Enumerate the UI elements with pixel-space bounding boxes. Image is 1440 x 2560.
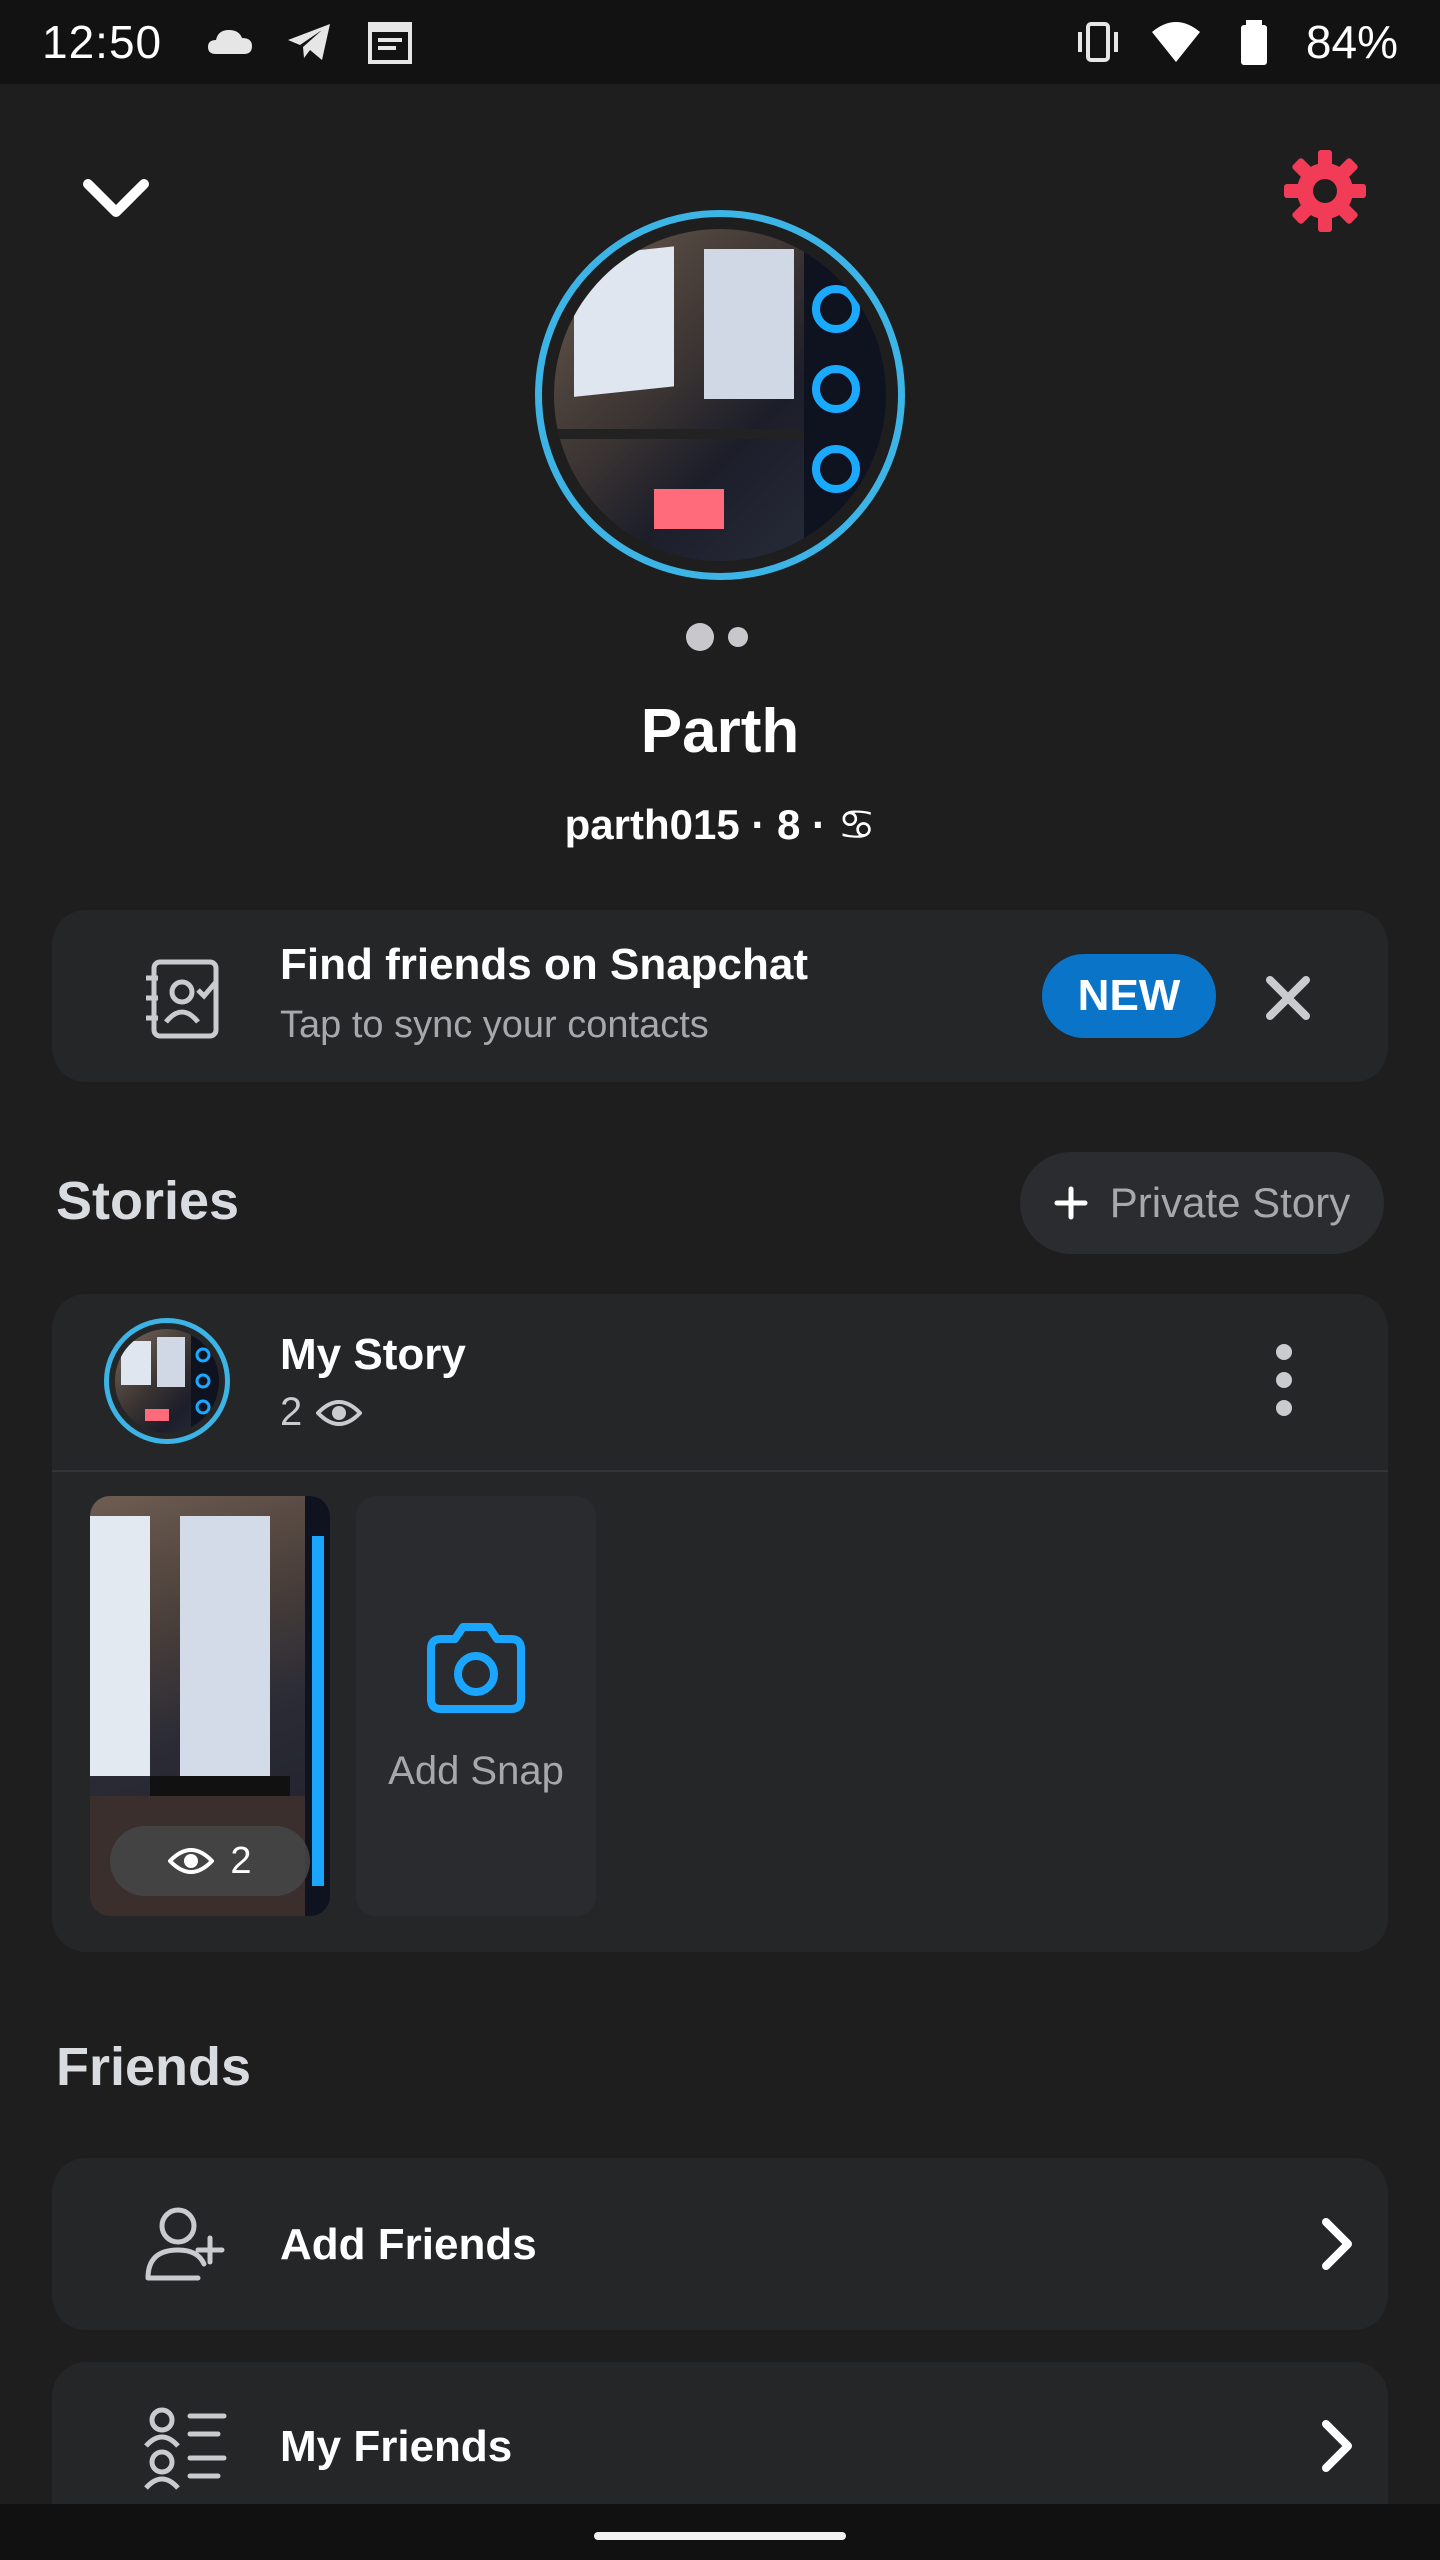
chevron-right-icon (1322, 2420, 1352, 2472)
calendar-icon (368, 22, 413, 64)
find-friends-title: Find friends on Snapchat (280, 940, 809, 989)
page-dot (728, 627, 748, 647)
friends-section-title: Friends (56, 2037, 252, 2097)
profile-avatar[interactable] (535, 210, 905, 580)
find-friends-subtitle: Tap to sync your contacts (280, 1004, 709, 1046)
my-friends-row[interactable]: My Friends (52, 2362, 1388, 2504)
plus-icon (1054, 1186, 1088, 1220)
status-bar: 12:50 84% (0, 0, 1440, 84)
story-avatar-photo (115, 1329, 219, 1433)
battery-icon (1240, 20, 1267, 65)
avatar-photo (554, 229, 886, 561)
snap-view-count: 2 (230, 1839, 252, 1882)
my-story-title[interactable]: My Story (280, 1330, 466, 1380)
wifi-icon (1151, 22, 1200, 62)
system-icons: 84% (1072, 15, 1398, 69)
add-snap-label: Add Snap (388, 1748, 564, 1793)
add-friends-label: Add Friends (280, 2220, 537, 2269)
story-avatar-scene (121, 1329, 219, 1433)
chevron-down-icon[interactable] (74, 160, 158, 236)
camera-icon (427, 1622, 525, 1713)
home-gesture-handle[interactable] (594, 2532, 846, 2540)
my-story-avatar[interactable] (104, 1318, 230, 1444)
vibrate-icon (1077, 22, 1118, 62)
avatar-scene (554, 229, 886, 561)
friends-list-icon (144, 2407, 227, 2490)
status-time: 12:50 (42, 16, 163, 68)
add-person-icon (145, 2207, 225, 2281)
add-friends-row[interactable]: Add Friends (52, 2158, 1388, 2330)
close-icon[interactable] (1260, 970, 1316, 1026)
stories-section-title: Stories (56, 1171, 240, 1231)
avatar-page-dots (686, 623, 748, 651)
find-friends-card[interactable]: Find friends on Snapchat Tap to sync you… (52, 910, 1388, 1082)
story-snap-thumbnail[interactable]: 2 (90, 1496, 330, 1916)
my-friends-label: My Friends (280, 2422, 513, 2471)
my-story-views: 2 (280, 1390, 363, 1435)
divider (52, 1470, 1388, 1472)
more-options-icon[interactable] (1262, 1338, 1306, 1422)
snap-views-pill: 2 (110, 1826, 310, 1896)
telegram-icon (288, 24, 331, 60)
page-dot-active (686, 623, 714, 651)
new-badge: NEW (1042, 954, 1216, 1038)
private-story-label: Private Story (1109, 1179, 1351, 1226)
chevron-right-icon (1322, 2218, 1352, 2270)
profile-screen: 12:50 84% Parth parth015 · 8 · ♋ Find fr… (0, 0, 1440, 2560)
private-story-button[interactable]: Private Story (1020, 1152, 1384, 1254)
eye-icon (168, 1848, 215, 1874)
battery-percent: 84% (1305, 16, 1398, 68)
my-story-card: My Story 2 2 Add Snap (52, 1294, 1388, 1952)
add-snap-button[interactable]: Add Snap (356, 1496, 596, 1916)
notification-icons (204, 16, 416, 68)
contacts-sync-icon (146, 959, 219, 1039)
eye-icon (316, 1399, 363, 1426)
cloud-icon (208, 30, 253, 54)
gear-icon[interactable] (1280, 146, 1370, 236)
username-line[interactable]: parth015 · 8 · ♋ (0, 800, 1440, 849)
display-name: Parth (640, 697, 800, 766)
my-story-view-count: 2 (280, 1390, 303, 1434)
